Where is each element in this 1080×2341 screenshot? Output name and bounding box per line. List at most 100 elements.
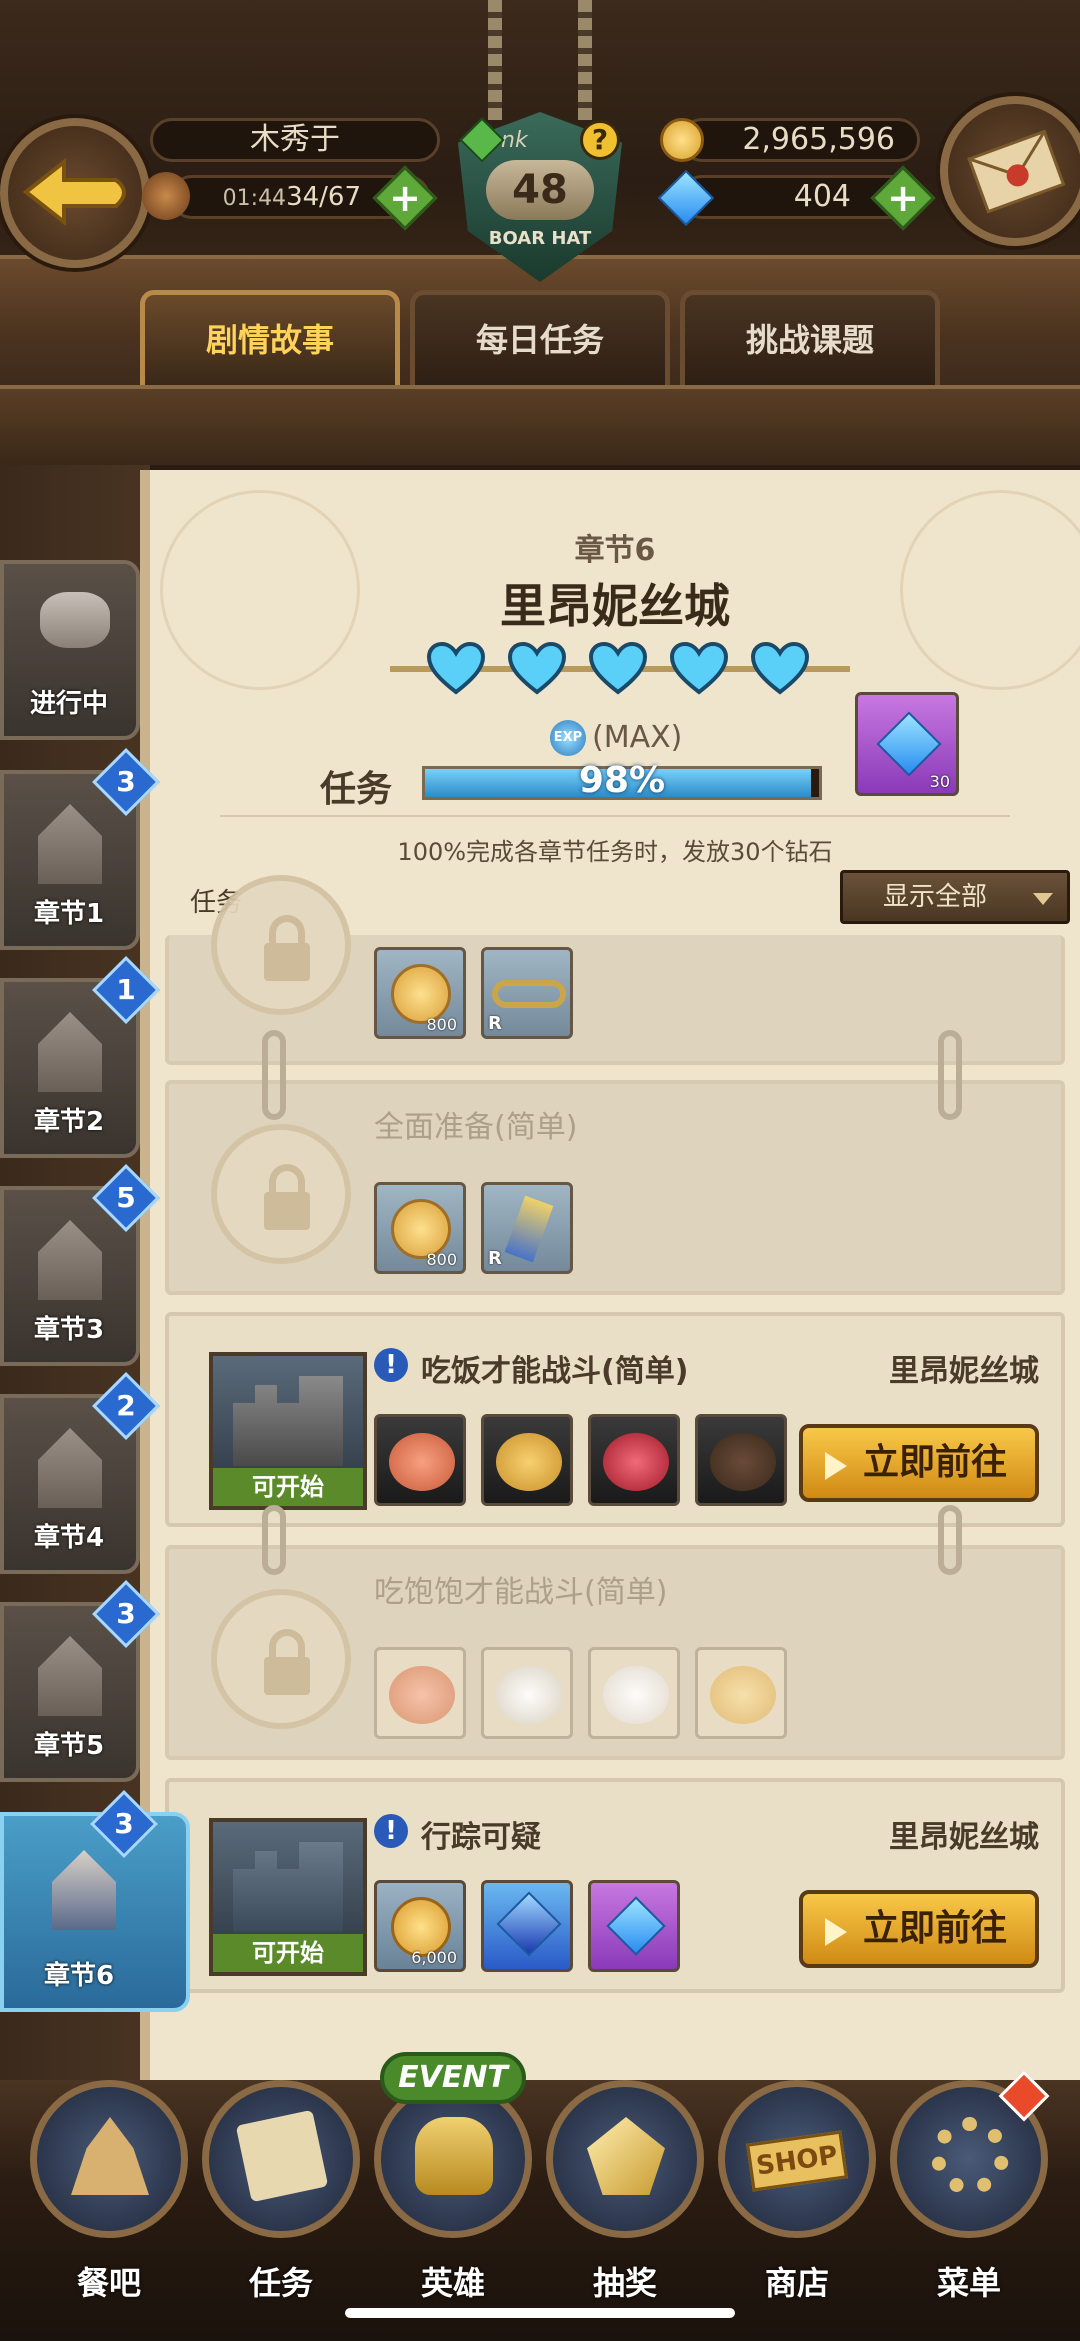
reward-rice[interactable] bbox=[588, 1647, 680, 1739]
sidebar-item-label: 章节3 bbox=[33, 1315, 105, 1345]
hearts-row bbox=[425, 640, 825, 700]
heart-icon bbox=[750, 641, 810, 695]
heart-icon bbox=[588, 641, 648, 695]
exp-max-label: (MAX) bbox=[592, 720, 683, 755]
sidebar-item-chapter-3[interactable]: 5 章节3 bbox=[0, 1164, 160, 1366]
chain-link bbox=[262, 1505, 286, 1575]
lock-icon bbox=[211, 1589, 351, 1729]
sidebar-item-in-progress[interactable]: 进行中 bbox=[0, 560, 140, 740]
quest-row-2[interactable]: 全面准备(简单) 800 R bbox=[165, 1080, 1065, 1295]
reward-blue-crystal[interactable] bbox=[481, 1880, 573, 1972]
reward-belt[interactable]: R bbox=[481, 947, 573, 1039]
nav-gacha[interactable] bbox=[546, 2080, 704, 2238]
heart-icon bbox=[669, 641, 729, 695]
tab-story[interactable]: 剧情故事 bbox=[140, 290, 400, 390]
crystal-icon bbox=[496, 1891, 562, 1957]
nav-label: 商店 bbox=[764, 2264, 829, 2302]
go-now-button[interactable]: 立即前往 bbox=[799, 1424, 1039, 1502]
quest-row-5[interactable]: 可开始 ! 行踪可疑 里昂妮丝城 6,000 立即前往 bbox=[165, 1778, 1065, 1993]
reward-gold[interactable]: 800 bbox=[374, 1182, 466, 1274]
back-arrow-icon bbox=[22, 157, 126, 227]
stamina-timer: 01:44 bbox=[222, 186, 287, 211]
filter-value: 显示全部 bbox=[883, 882, 988, 912]
mail-button[interactable] bbox=[940, 96, 1080, 246]
nav-label: 餐吧 bbox=[76, 2264, 141, 2302]
tab-daily[interactable]: 每日任务 bbox=[410, 290, 670, 390]
sidebar-item-chapter-2[interactable]: 1 章节2 bbox=[0, 956, 160, 1158]
diamond-icon bbox=[876, 711, 942, 777]
bottom-nav: 餐吧 任务 EVENT 英雄 抽奖 SHOP 商店 菜单 bbox=[0, 2052, 1080, 2341]
chain-right bbox=[578, 0, 592, 120]
envelope-icon bbox=[967, 129, 1066, 214]
reward-salmon[interactable] bbox=[374, 1647, 466, 1739]
play-icon bbox=[825, 1918, 847, 1946]
scroll-icon bbox=[235, 2109, 329, 2203]
sidebar-item-chapter-5[interactable]: 3 章节5 bbox=[0, 1580, 160, 1782]
chapter-reward-diamond[interactable]: 30 bbox=[855, 692, 959, 796]
quest-title: 全面准备(简单) bbox=[374, 1110, 578, 1145]
chain-link bbox=[938, 1505, 962, 1575]
reward-potato[interactable] bbox=[481, 1414, 573, 1506]
nav-shop[interactable]: SHOP bbox=[718, 2080, 876, 2238]
stamina-value: 34/67 bbox=[286, 182, 361, 212]
nav-label: 抽奖 bbox=[592, 2264, 657, 2302]
reward-gold[interactable]: 6,000 bbox=[374, 1880, 466, 1972]
reward-diamond[interactable] bbox=[588, 1880, 680, 1972]
event-tag: EVENT bbox=[380, 2052, 526, 2104]
chain-link bbox=[938, 1030, 962, 1120]
reward-stew[interactable] bbox=[695, 1414, 787, 1506]
chevron-down-icon bbox=[1033, 893, 1053, 905]
reward-salmon[interactable] bbox=[374, 1414, 466, 1506]
help-icon[interactable]: ? bbox=[580, 120, 620, 160]
tavern-pig-icon bbox=[71, 2117, 149, 2195]
sidebar-item-label: 章节5 bbox=[33, 1731, 105, 1761]
quest-title: 行踪可疑 bbox=[421, 1820, 541, 1855]
tab-challenge[interactable]: 挑战课题 bbox=[680, 290, 940, 390]
nav-tavern[interactable] bbox=[30, 2080, 188, 2238]
quest-location: 里昂妮丝城 bbox=[889, 1820, 1039, 1855]
divider bbox=[220, 815, 1010, 817]
shop-sign-icon: SHOP bbox=[746, 2130, 848, 2192]
fortress-icon bbox=[233, 1842, 343, 1932]
quest-thumbnail: 可开始 bbox=[209, 1818, 367, 1976]
reward-pancake[interactable] bbox=[695, 1647, 787, 1739]
nav-label: 菜单 bbox=[936, 2264, 1001, 2302]
quest-thumbnail: 可开始 bbox=[209, 1352, 367, 1510]
shelf bbox=[0, 385, 1080, 465]
reward-berries[interactable] bbox=[588, 1414, 680, 1506]
quest-row-3[interactable]: 可开始 ! 吃饭才能战斗(简单) 里昂妮丝城 立即前往 bbox=[165, 1312, 1065, 1527]
go-now-label: 立即前往 bbox=[862, 1908, 1007, 1949]
player-name: 木秀于 bbox=[150, 118, 440, 162]
top-bar: 木秀于 01:4434/67 + Rank 48 BOAR HAT ? 2,96… bbox=[0, 0, 1080, 455]
back-button[interactable] bbox=[0, 118, 150, 268]
reward-amulet[interactable]: R bbox=[481, 1182, 573, 1274]
crystal-icon bbox=[587, 2117, 665, 2195]
castle-icon bbox=[233, 1376, 343, 1466]
chapter-note: 100%完成各章节任务时，发放30个钻石 bbox=[397, 838, 833, 866]
quest-row-1[interactable]: 800 R bbox=[165, 875, 1065, 1065]
reward-buns[interactable] bbox=[481, 1647, 573, 1739]
sidebar-item-label: 进行中 bbox=[29, 689, 108, 719]
chapter-number: 章节6 bbox=[574, 533, 656, 568]
heart-icon bbox=[426, 641, 486, 695]
filter-dropdown[interactable]: 显示全部 bbox=[840, 870, 1070, 924]
quest-row-4[interactable]: 吃饱饱才能战斗(简单) bbox=[165, 1545, 1065, 1760]
home-indicator bbox=[345, 2308, 735, 2318]
quest-title: 吃饭才能战斗(简单) bbox=[421, 1354, 689, 1389]
diamond-icon bbox=[606, 1896, 666, 1956]
gold-counter: 2,965,596 bbox=[680, 118, 920, 162]
quest-status: 可开始 bbox=[213, 1934, 363, 1972]
rank-level: 48 bbox=[486, 160, 594, 220]
go-now-button[interactable]: 立即前往 bbox=[799, 1890, 1039, 1968]
sidebar-item-chapter-4[interactable]: 2 章节4 bbox=[0, 1372, 160, 1574]
pig-icon bbox=[40, 592, 110, 648]
amulet-icon bbox=[504, 1195, 554, 1263]
reward-gold[interactable]: 800 bbox=[374, 947, 466, 1039]
sidebar-item-chapter-1[interactable]: 3 章节1 bbox=[0, 748, 160, 950]
lock-icon bbox=[211, 875, 351, 1015]
chapter-title: 里昂妮丝城 bbox=[500, 579, 730, 633]
play-icon bbox=[825, 1452, 847, 1480]
nav-quests[interactable] bbox=[202, 2080, 360, 2238]
progress-text: 98% bbox=[578, 760, 666, 801]
sidebar-item-chapter-6[interactable]: 3 章节6 bbox=[0, 1790, 190, 2012]
